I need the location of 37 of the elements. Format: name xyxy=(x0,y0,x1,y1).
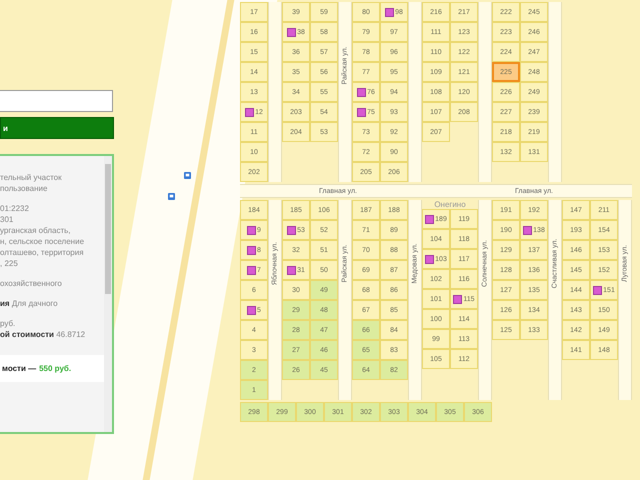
place-label: Онегино xyxy=(434,200,466,209)
scroll-thumb[interactable] xyxy=(105,164,111,294)
house-icon xyxy=(357,88,366,96)
house-icon xyxy=(247,266,256,274)
house-icon xyxy=(247,306,256,314)
scrollbar[interactable] xyxy=(104,156,112,432)
house-icon xyxy=(287,226,296,234)
search-field[interactable] xyxy=(0,90,113,112)
house-icon xyxy=(425,254,434,264)
house-icon xyxy=(425,214,434,224)
bus-stop-icon xyxy=(184,172,191,179)
info-text: олташево, территория xyxy=(0,247,85,258)
search-button[interactable]: и xyxy=(0,117,114,139)
bus-stop-icon xyxy=(168,193,175,200)
info-text: , 225 xyxy=(0,258,19,269)
price-label: мости — xyxy=(2,364,36,373)
house-icon xyxy=(247,226,256,234)
info-text: ой стоимости 46.8712 xyxy=(0,329,86,340)
info-text: 01:2232 xyxy=(0,203,30,214)
house-icon xyxy=(453,294,462,304)
house-icon xyxy=(245,108,254,116)
info-text: ия Для дачного xyxy=(0,298,59,309)
info-text: пользование xyxy=(0,183,48,194)
house-icon xyxy=(357,108,366,116)
house-icon xyxy=(287,266,296,274)
house-icon xyxy=(287,28,296,36)
info-text: тельный участок xyxy=(0,172,63,183)
info-text: охозяйственного xyxy=(0,278,63,289)
info-text: 301 xyxy=(0,214,14,225)
house-icon xyxy=(247,246,256,254)
info-text: руб. xyxy=(0,318,16,329)
price-value: 550 руб. xyxy=(39,364,72,373)
house-icon xyxy=(385,8,394,16)
house-icon xyxy=(523,226,532,234)
info-text: н, сельское поселение xyxy=(0,236,86,247)
info-text: урганская область, xyxy=(0,225,72,236)
house-icon xyxy=(593,286,602,294)
